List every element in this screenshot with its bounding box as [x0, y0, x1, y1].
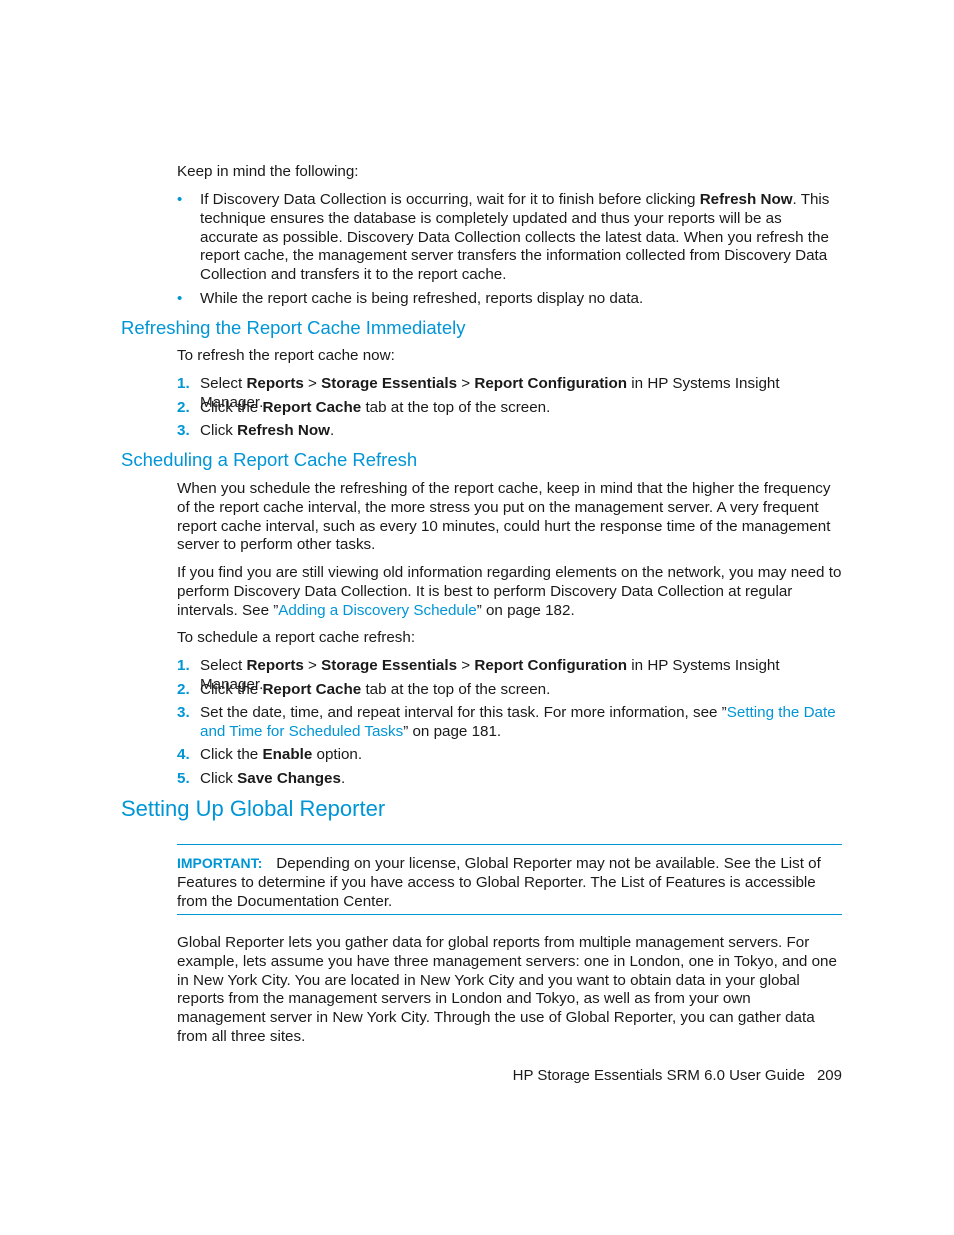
schedule-para-2: If you find you are still viewing old in… [177, 564, 842, 619]
important-bottom-rule [177, 914, 842, 915]
important-note: IMPORTANT: Depending on your license, Glo… [177, 855, 821, 910]
step-number: 4. [177, 746, 190, 763]
section-heading-global-reporter: Setting Up Global Reporter [121, 796, 386, 821]
schedule-step-4: Click the Enable option. [200, 746, 363, 763]
intro-bullet-2: While the report cache is being refreshe… [200, 290, 644, 307]
step-number: 2. [177, 399, 190, 416]
schedule-para-1: When you schedule the refreshing of the … [177, 480, 831, 554]
global-reporter-para: Global Reporter lets you gather data for… [177, 934, 837, 1045]
important-top-rule [177, 844, 842, 845]
refresh-now-lead: To refresh the report cache now: [177, 347, 395, 364]
refresh-now-step-2: Click the Report Cache tab at the top of… [200, 399, 551, 416]
footer-title: HP Storage Essentials SRM 6.0 User Guide [512, 1067, 805, 1084]
refresh-now-step-3: Click Refresh Now. [200, 422, 335, 439]
section-heading-schedule: Scheduling a Report Cache Refresh [121, 449, 418, 470]
intro-lead: Keep in mind the following: [177, 163, 359, 180]
bullet-icon: • [177, 191, 183, 208]
bullet-icon: • [177, 290, 183, 307]
schedule-step-3: Set the date, time, and repeat interval … [200, 704, 836, 740]
important-label: IMPORTANT: [177, 855, 263, 871]
step-number: 1. [177, 375, 190, 392]
link-adding-discovery-schedule[interactable]: Adding a Discovery Schedule [278, 602, 476, 619]
intro-bullet-1: If Discovery Data Collection is occurrin… [200, 191, 830, 284]
step-number: 3. [177, 704, 190, 721]
schedule-step-2: Click the Report Cache tab at the top of… [200, 681, 551, 698]
step-number: 3. [177, 422, 190, 439]
page-footer: HP Storage Essentials SRM 6.0 User Guide… [513, 1067, 842, 1086]
step-number: 2. [177, 681, 190, 698]
step-number: 5. [177, 770, 190, 787]
step-number: 1. [177, 657, 190, 674]
schedule-lead: To schedule a report cache refresh: [177, 629, 416, 646]
page-number: 209 [816, 1067, 842, 1084]
schedule-step-5: Click Save Changes. [200, 770, 346, 787]
section-heading-refresh-now: Refreshing the Report Cache Immediately [121, 317, 466, 338]
